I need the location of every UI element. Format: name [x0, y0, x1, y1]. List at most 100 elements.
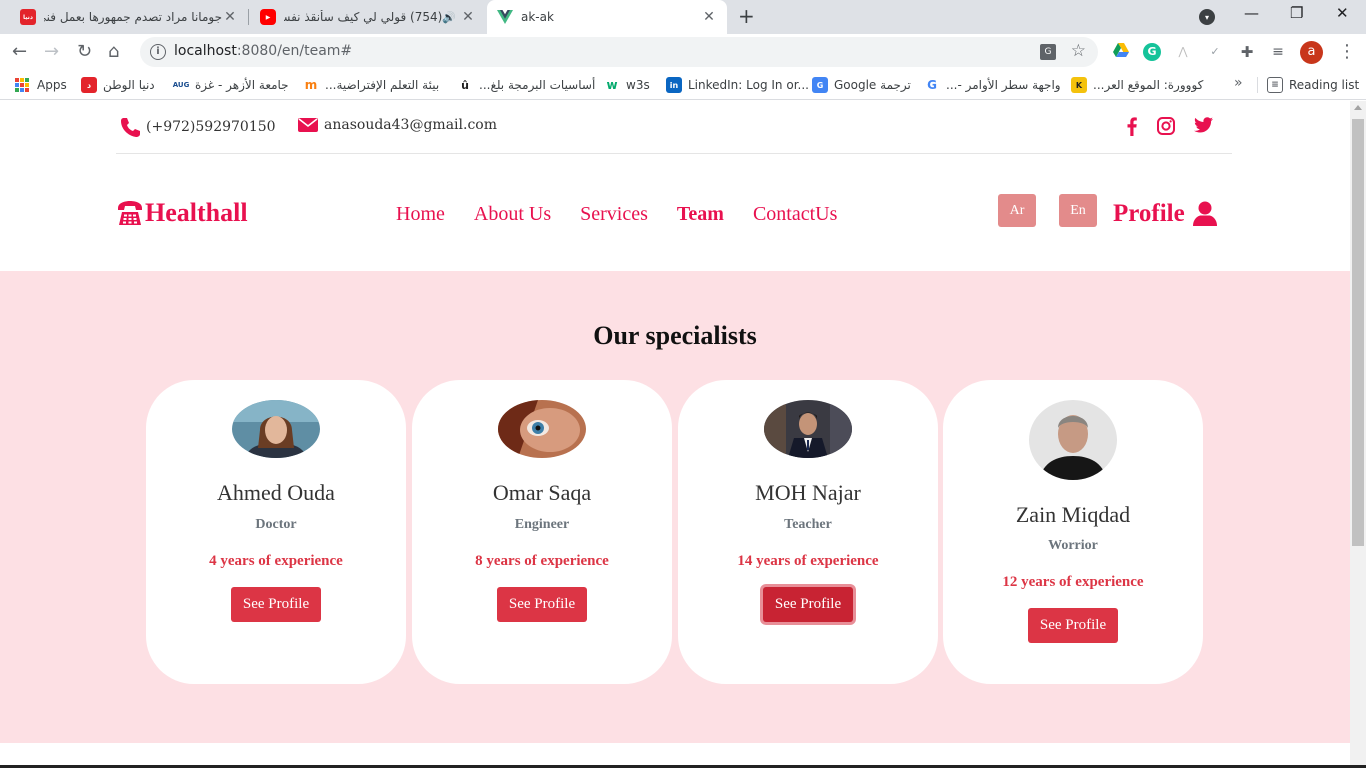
nav-services[interactable]: Services: [580, 203, 648, 226]
scrollbar-thumb[interactable]: [1352, 119, 1364, 546]
user-icon: [1192, 201, 1217, 226]
google-translate-favicon-icon: G: [812, 77, 828, 93]
reload-icon[interactable]: ↻: [77, 40, 92, 64]
specialist-role: Doctor: [255, 517, 297, 532]
moodle-favicon-icon: m: [303, 77, 319, 93]
checkmark-extension-icon[interactable]: ✓: [1206, 43, 1224, 61]
audio-playing-icon[interactable]: 🔊: [442, 11, 456, 24]
extensions-puzzle-icon[interactable]: ✚: [1238, 43, 1256, 61]
reading-list-icon: ≡: [1267, 77, 1283, 93]
browser-tab-active[interactable]: ak-ak ✕: [487, 0, 727, 34]
tab-title: (754) قولي لي كيف سأنقذ نفسي: [284, 10, 443, 24]
specialist-photo: [764, 400, 852, 458]
bookmark-item[interactable]: m بيئة التعلم الإفتراضية...: [303, 76, 439, 94]
browser-tab[interactable]: دنيا جومانا مراد تصدم جمهورها بعمل فني ✕: [10, 0, 248, 34]
telephone-icon: [118, 201, 142, 225]
minimize-icon[interactable]: —: [1244, 4, 1259, 22]
youtube-favicon-icon: ▶: [260, 9, 276, 25]
home-icon[interactable]: ⌂: [108, 40, 119, 64]
media-control-icon[interactable]: ≡: [1269, 43, 1287, 61]
lang-ar-button[interactable]: Ar: [998, 194, 1036, 227]
browser-toolbar: ← → ↻ ⌂ i localhost:8080/en/team# G ☆ G …: [0, 34, 1366, 70]
twitter-icon[interactable]: [1194, 117, 1213, 137]
see-profile-button[interactable]: See Profile: [1028, 608, 1118, 643]
browser-tab-strip: دنيا جومانا مراد تصدم جمهورها بعمل فني ✕…: [0, 0, 1366, 34]
close-tab-icon[interactable]: ✕: [460, 9, 476, 25]
phone-contact: (+972)592970150: [120, 117, 276, 137]
phone-icon: [121, 118, 140, 137]
url-text[interactable]: localhost:8080/en/team#: [174, 43, 352, 59]
bookmark-item[interactable]: د دنيا الوطن: [81, 76, 155, 94]
specialist-card: Omar Saqa Engineer 8 years of experience…: [412, 380, 672, 684]
profile-link[interactable]: Profile: [1113, 200, 1217, 228]
bookmark-item[interactable]: û أساسيات البرمجة بلغ...: [457, 76, 595, 94]
more-bookmarks-icon[interactable]: »: [1234, 75, 1243, 91]
new-tab-button[interactable]: +: [738, 6, 755, 26]
site-info-icon[interactable]: i: [150, 44, 166, 60]
close-window-icon[interactable]: ✕: [1336, 4, 1349, 22]
nav-links: Home About Us Services Team ContactUs: [396, 203, 866, 226]
nav-contact-us[interactable]: ContactUs: [753, 203, 837, 226]
specialist-experience: 8 years of experience: [475, 553, 609, 569]
instagram-icon[interactable]: [1157, 117, 1175, 139]
apps-grid-icon: [15, 78, 29, 92]
facebook-icon[interactable]: [1127, 117, 1137, 140]
brand-logo[interactable]: Healthall: [116, 198, 248, 228]
tab-title: جومانا مراد تصدم جمهورها بعمل فني: [44, 10, 222, 24]
specialist-role: Engineer: [514, 517, 570, 532]
profile-avatar[interactable]: a: [1300, 41, 1323, 64]
address-bar[interactable]: i localhost:8080/en/team# G ☆: [140, 37, 1098, 67]
nav-team[interactable]: Team: [677, 203, 724, 226]
reading-list[interactable]: ≡ Reading list: [1267, 76, 1359, 94]
specialist-photo: [1029, 400, 1117, 480]
top-contact-bar: (+972)592970150 anasouda43@gmail.com: [116, 101, 1232, 154]
browser-tab[interactable]: ▶ (754) قولي لي كيف سأنقذ نفسي 🔊 ✕: [250, 0, 486, 34]
team-section: Our specialists Ahmed Ouda Doctor 4 year…: [0, 271, 1350, 743]
email-contact[interactable]: anasouda43@gmail.com: [298, 117, 497, 133]
bookmark-item[interactable]: in LinkedIn: Log In or...: [666, 76, 809, 94]
grammarly-icon[interactable]: G: [1143, 43, 1161, 61]
translate-icon[interactable]: G: [1040, 44, 1056, 60]
specialist-card: Zain Miqdad Worrior 12 years of experien…: [943, 380, 1203, 684]
restore-icon[interactable]: ❐: [1290, 4, 1303, 22]
extension-a-icon[interactable]: ⋀: [1174, 43, 1192, 61]
forward-icon[interactable]: →: [44, 40, 59, 64]
scroll-up-icon[interactable]: [1354, 105, 1362, 110]
menu-icon[interactable]: ⋮: [1338, 41, 1356, 62]
see-profile-button[interactable]: See Profile: [763, 587, 853, 622]
bookmark-item[interactable]: w w3s: [604, 76, 650, 94]
specialist-name: Omar Saqa: [492, 480, 592, 505]
specialist-role: Teacher: [784, 517, 832, 532]
back-icon[interactable]: ←: [12, 40, 27, 64]
see-profile-button[interactable]: See Profile: [231, 587, 321, 622]
specialist-card: Ahmed Ouda Doctor 4 years of experience …: [146, 380, 406, 684]
bookmark-item[interactable]: G واجهة سطر الأوامر -...: [924, 76, 1061, 94]
w3schools-favicon-icon: w: [604, 77, 620, 93]
google-drive-icon[interactable]: [1112, 43, 1130, 61]
nav-home[interactable]: Home: [396, 203, 445, 226]
bookmark-item[interactable]: AUG جامعة الأزهر - غزة: [173, 76, 289, 94]
bookmarks-bar: Apps د دنيا الوطن AUG جامعة الأزهر - غزة…: [0, 70, 1366, 100]
page-viewport: (+972)592970150 anasouda43@gmail.com Hea…: [0, 101, 1350, 768]
page-scrollbar[interactable]: [1350, 101, 1366, 768]
bookmark-apps[interactable]: Apps: [15, 76, 67, 94]
bookmark-item[interactable]: K كووورة: الموقع العر...: [1071, 76, 1203, 94]
tab-search-icon[interactable]: ▾: [1199, 9, 1215, 25]
udemy-favicon-icon: û: [457, 77, 473, 93]
specialist-role: Worrior: [1048, 538, 1098, 553]
close-tab-icon[interactable]: ✕: [701, 9, 717, 25]
bookmark-star-icon[interactable]: ☆: [1071, 41, 1086, 61]
envelope-icon: [298, 118, 318, 132]
see-profile-button[interactable]: See Profile: [497, 587, 587, 622]
news-favicon-icon: د: [81, 77, 97, 93]
lang-en-button[interactable]: En: [1059, 194, 1097, 227]
azhar-favicon-icon: AUG: [173, 77, 189, 93]
nav-about-us[interactable]: About Us: [474, 203, 551, 226]
vue-favicon-icon: [497, 9, 513, 25]
close-tab-icon[interactable]: ✕: [222, 9, 238, 25]
bookmark-item[interactable]: G Google ترجمة: [812, 76, 911, 94]
specialist-experience: 4 years of experience: [209, 553, 343, 569]
specialist-name: Ahmed Ouda: [217, 480, 335, 505]
news-favicon-icon: دنيا: [20, 9, 36, 25]
google-favicon-icon: G: [924, 77, 940, 93]
